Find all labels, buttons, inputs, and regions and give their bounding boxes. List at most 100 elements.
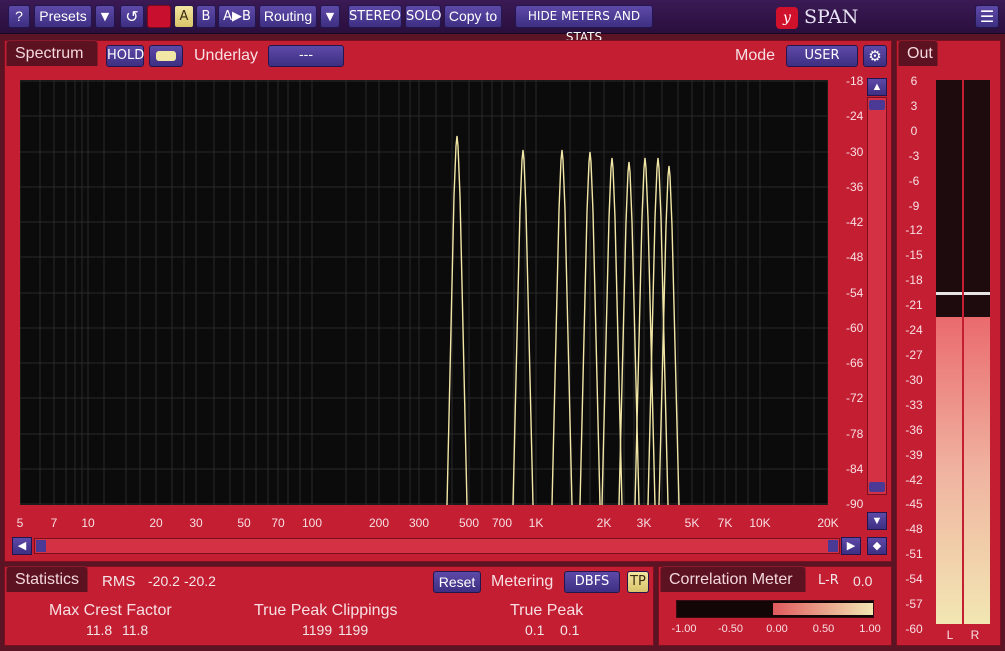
out-scale-tick: -18	[905, 273, 923, 287]
scroll-down-button[interactable]: ▼	[867, 512, 887, 530]
hide-meters-button[interactable]: HIDE METERS AND STATS	[515, 5, 653, 44]
out-scale-tick: -39	[905, 448, 923, 462]
undo-icon[interactable]: ↺	[120, 5, 144, 28]
rms-left-value: -20.2	[148, 573, 180, 589]
out-scale-tick: -15	[905, 248, 923, 262]
true-peak-clippings-label: True Peak Clippings	[254, 602, 398, 619]
horizontal-scroll-handle-left[interactable]	[36, 540, 46, 552]
reset-view-button[interactable]: ◆	[867, 537, 887, 555]
spectrum-plot[interactable]	[20, 80, 828, 505]
ab-a-button[interactable]: A	[174, 5, 194, 28]
ab-b-button[interactable]: B	[196, 5, 216, 28]
spectrum-peak	[446, 135, 468, 505]
spectrum-x-tick: 30	[189, 516, 203, 530]
presets-button[interactable]: Presets	[34, 5, 92, 28]
reset-button[interactable]: Reset	[433, 571, 481, 593]
scroll-right-button[interactable]: ▶	[841, 537, 861, 555]
hold-color-swatch[interactable]	[149, 45, 183, 67]
correlation-tick: 0.50	[812, 623, 835, 635]
stereo-button[interactable]: STEREO	[348, 5, 402, 28]
scroll-up-button[interactable]: ▲	[867, 78, 887, 96]
mode-select[interactable]: USER	[786, 45, 858, 67]
meter-left-fill	[936, 317, 962, 624]
brand-name: SPAN	[804, 6, 859, 28]
hold-button[interactable]: HOLD	[106, 45, 144, 67]
tp-button[interactable]: TP	[627, 571, 649, 593]
horizontal-scroll-handle-right[interactable]	[828, 540, 838, 552]
metering-label: Metering	[491, 573, 554, 590]
spectrum-x-tick: 300	[408, 516, 430, 530]
out-scale-tick: -36	[905, 423, 923, 437]
statistics-tab[interactable]: Statistics	[6, 566, 88, 592]
scroll-left-button[interactable]: ◀	[12, 537, 32, 555]
spectrum-tab[interactable]: Spectrum	[6, 40, 98, 66]
spectrum-x-tick: 20	[149, 516, 163, 530]
vertical-scroll-handle-bottom[interactable]	[869, 482, 885, 492]
vertical-scrollbar[interactable]	[867, 97, 887, 495]
out-scale-tick: -6	[908, 174, 920, 188]
spectrum-x-tick: 1K	[528, 516, 544, 530]
spectrum-x-tick: 100	[301, 516, 323, 530]
out-scale-tick: -54	[905, 572, 923, 586]
rms-right-value: -20.2	[184, 573, 216, 589]
out-scale-tick: -45	[905, 497, 923, 511]
out-scale-tick: 3	[910, 99, 918, 113]
out-scale-tick: -48	[905, 522, 923, 536]
correlation-tab[interactable]: Correlation Meter	[660, 566, 806, 592]
menu-icon[interactable]: ☰	[975, 5, 999, 28]
horizontal-scrollbar[interactable]	[34, 538, 840, 554]
solo-button[interactable]: SOLO	[405, 5, 442, 28]
spectrum-x-tick: 10	[81, 516, 95, 530]
spectrum-x-tick: 3K	[636, 516, 652, 530]
spectrum-x-tick: 2K	[596, 516, 612, 530]
meter-right	[964, 80, 990, 624]
correlation-bar	[676, 600, 874, 618]
true-peak-left-value: 0.1	[525, 622, 545, 638]
spectrum-x-tick: 200	[368, 516, 390, 530]
underlay-select[interactable]: ---	[268, 45, 344, 67]
spectrum-x-tick: 700	[491, 516, 513, 530]
mode-label: Mode	[735, 47, 776, 64]
record-indicator[interactable]	[147, 5, 171, 28]
clippings-left-value: 1199	[302, 622, 333, 638]
out-scale-tick: 6	[910, 74, 918, 88]
brand-logo: y SPAN	[776, 3, 858, 31]
out-scale-tick: -51	[905, 547, 923, 561]
ab-copy-button[interactable]: A▶B	[218, 5, 256, 28]
out-scale-tick: -12	[905, 223, 923, 237]
gear-icon[interactable]: ⚙	[863, 45, 887, 67]
spectrum-x-tick: 7K	[717, 516, 733, 530]
spectrum-graph	[20, 80, 828, 505]
metering-select[interactable]: DBFS	[564, 571, 620, 593]
crest-left-value: 11.8	[86, 622, 113, 638]
out-scale-tick: -9	[908, 199, 920, 213]
out-scale-tick: -27	[905, 348, 923, 362]
routing-dropdown-icon[interactable]: ▼	[320, 5, 340, 28]
underlay-label: Underlay	[194, 47, 259, 64]
help-button[interactable]: ?	[8, 5, 30, 28]
spectrum-y-tick: -90	[846, 497, 864, 511]
lr-value: 0.0	[853, 573, 873, 589]
meter-right-peak	[964, 292, 990, 295]
top-toolbar: ? Presets ▼ ↺ A B A▶B Routing ▼ STEREO S…	[0, 0, 1005, 44]
spectrum-peak	[601, 157, 623, 505]
out-scale-tick: -3	[908, 149, 920, 163]
spectrum-x-tick: 7	[50, 516, 58, 530]
correlation-tick: -0.50	[717, 623, 744, 635]
out-scale-tick: -60	[905, 622, 923, 636]
out-tab[interactable]: Out	[898, 40, 938, 66]
channel-right-label: R	[970, 628, 980, 642]
out-scale-tick: -57	[905, 597, 923, 611]
out-scale-tick: -21	[905, 298, 923, 312]
spectrum-x-tick: 70	[271, 516, 285, 530]
routing-button[interactable]: Routing	[259, 5, 317, 28]
out-scale-tick: -42	[905, 473, 923, 487]
clippings-right-value: 1199	[338, 622, 369, 638]
copy-to-button[interactable]: Copy to	[444, 5, 502, 28]
vertical-scroll-handle-top[interactable]	[869, 100, 885, 110]
spectrum-x-tick: 500	[458, 516, 480, 530]
presets-dropdown-icon[interactable]: ▼	[95, 5, 115, 28]
spectrum-x-tick: 20K	[817, 516, 839, 530]
lr-label: L-R	[818, 573, 839, 588]
true-peak-label: True Peak	[510, 602, 584, 619]
